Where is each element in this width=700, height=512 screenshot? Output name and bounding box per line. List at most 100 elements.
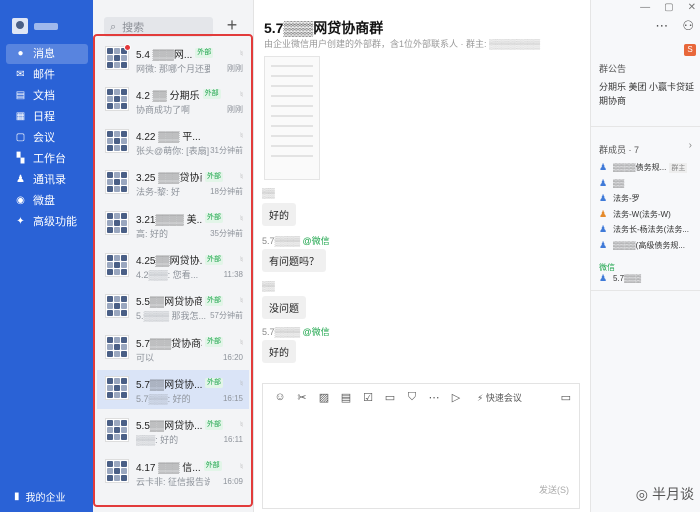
conversation-title: 4.2 ▒▒ 分期乐 — [136, 90, 200, 102]
video-icon[interactable]: ▷ — [445, 391, 467, 404]
nav-item-2[interactable]: ▤ 文档 — [6, 86, 88, 106]
user-avatar[interactable] — [12, 18, 28, 34]
member-name: ▒▒ — [613, 178, 625, 188]
file-icon[interactable]: ▤ — [335, 391, 357, 404]
close-icon[interactable]: ✕ — [688, 2, 696, 13]
nav-item-label: 文档 — [33, 90, 55, 102]
chat-message: 5.7▒▒▒▒ @微信有问题吗？ — [262, 234, 330, 272]
group-member[interactable]: ♟ 法务-W(法务-W) — [599, 209, 697, 220]
nav-item-3[interactable]: ▦ 日程 — [6, 107, 88, 127]
person-icon: ♟ — [599, 177, 608, 188]
conversation-item[interactable]: 4.17 ▒▒▒ 信...外部 ♮ 云卡非: 征信报告说... 16:09 — [97, 453, 249, 492]
member-name: 法务-罗 — [613, 194, 640, 204]
conversation-preview: 高: 好的 — [136, 228, 169, 239]
conversation-preview: 网微: 那哪个月还要还... — [136, 63, 210, 74]
left-nav: ● 消息 ✉ 邮件 ▤ 文档 ▦ 日程 ▢ 会议 ▚ 工作台 ♟ 通讯录 ◉ 微盘 ✦ 高级功能 ▮ 我的企业 — [0, 0, 93, 512]
message-bubble[interactable]: 好的 — [262, 203, 296, 226]
conversation-item[interactable]: 4.22 ▒▒▒ 平... ♮ 张头@萌你: [表扇] 31分钟前 — [97, 123, 249, 162]
composer-toolbar: ☺ ✂ ▨ ▤ ☑ ▭ ⛉ ⋯ ▷ ⚡ 快速会议 ▭ — [263, 384, 579, 410]
external-tag: 外部 — [205, 295, 223, 306]
person-icon: ♟ — [599, 193, 608, 204]
search-input[interactable]: ⌕ 搜索 — [104, 17, 213, 37]
nav-item-8[interactable]: ✦ 高级功能 — [6, 212, 88, 232]
group-member[interactable]: ♟ 法务-罗 — [599, 193, 697, 204]
nav-item-5[interactable]: ▚ 工作台 — [6, 149, 88, 169]
notice-title: 群公告 — [599, 64, 627, 74]
person-icon: ♟ — [599, 162, 608, 172]
maximize-icon[interactable]: ▢ — [664, 2, 673, 13]
wechat-member[interactable]: ♟ 5.7▒▒▒ — [599, 273, 697, 284]
task-icon[interactable]: ☑ — [357, 391, 379, 404]
weibo-icon: ◎ — [635, 485, 648, 502]
more-options-icon[interactable]: ⋯ — [655, 18, 668, 34]
nav-item-label: 日程 — [33, 111, 55, 123]
current-user[interactable] — [12, 18, 58, 34]
emoji-icon[interactable]: ☺ — [269, 391, 291, 403]
screen-share-icon[interactable]: ▭ — [561, 391, 571, 404]
image-icon[interactable]: ▨ — [313, 391, 335, 404]
add-button[interactable]: + — [222, 15, 242, 35]
more-icon[interactable]: ⋯ — [423, 391, 445, 404]
conversation-title: 3.21▒▒▒▒ 美... — [136, 214, 202, 226]
conversation-item[interactable]: 5.7▒▒▒贷协商群外部 ♮ 可以 16:20 — [97, 329, 249, 368]
conversation-preview: 5.7▒▒▒: 好的 — [136, 393, 191, 404]
conversation-preview: 协商成功了啊 — [136, 104, 191, 115]
conversation-title: 5.5▒▒网贷协商群 — [136, 297, 202, 309]
message-bubble[interactable]: 有问题吗？ — [262, 249, 326, 272]
company-icon: ▮ — [14, 491, 20, 502]
fast-meeting-button[interactable]: ⚡ 快速会议 — [477, 391, 522, 404]
nav-item-0[interactable]: ● 消息 — [6, 44, 88, 64]
group-member[interactable]: ♟ ▒▒▒▒(高级债务规... — [599, 240, 697, 251]
my-company-button[interactable]: ▮ 我的企业 — [14, 489, 66, 504]
sender-name: 5.7▒▒▒▒ — [262, 236, 303, 246]
minimize-icon[interactable]: — — [640, 2, 650, 13]
add-member-icon[interactable]: ⚇ — [682, 18, 694, 34]
message-bubble[interactable]: 没问题 — [262, 296, 306, 319]
conversation-item[interactable]: 5.7▒▒网贷协... 外部 ♮ 5.7▒▒▒: 好的 16:15 — [97, 370, 249, 410]
send-button[interactable]: 发送(S) — [539, 483, 569, 496]
shield-icon[interactable]: ⛉ — [401, 391, 423, 404]
conversation-time: 16:15 — [222, 393, 243, 403]
conversation-item[interactable]: 4.25▒▒网贷协... 外部 ♮ 4.2▒▒▒: 您看... 11:38 — [97, 247, 249, 286]
folder-icon[interactable]: ▭ — [379, 391, 401, 404]
meeting-icon: ▢ — [15, 132, 26, 143]
chat-message: 5.7▒▒▒▒ @微信 好的 — [262, 325, 330, 363]
nav-item-label: 消息 — [33, 48, 55, 60]
group-member[interactable]: ♟ ▒▒▒▒债务规... 群主 — [599, 162, 697, 173]
conversation-preview: 4.2▒▒▒: 您看... — [136, 270, 199, 280]
message-sender: ▒▒ — [262, 188, 296, 200]
conversation-item[interactable]: 5.5▒▒网贷协商群外部 ♮ 5.▒▒▒▒ 那我怎...57分钟前 — [97, 288, 249, 327]
external-tag: 外部 — [205, 171, 223, 182]
external-tag: 外部 — [202, 89, 221, 100]
nav-item-7[interactable]: ◉ 微盘 — [6, 191, 88, 211]
conversation-time: 35分钟前 — [210, 228, 243, 238]
app-badge-icon[interactable]: S — [684, 44, 696, 56]
window-controls: — ▢ ✕ — [626, 2, 696, 13]
document-image[interactable] — [264, 56, 320, 180]
conversation-item[interactable]: 5.4 ▒▒▒网...外部 ♮ 网微: 那哪个月还要还... 刚刚 — [97, 40, 249, 79]
message-bubble[interactable]: 好的 — [262, 340, 296, 363]
group-avatar — [105, 335, 129, 360]
conversation-item[interactable]: 5.5▒▒网贷协... 外部 ♮ ▒▒▒: 好的 16:11 — [97, 412, 249, 451]
conversation-item[interactable]: 3.21▒▒▒▒ 美... 外部 ♮ 高: 好的 35分钟前 — [97, 205, 249, 244]
group-member[interactable]: ♟ ▒▒ — [599, 178, 697, 189]
members-expand-icon[interactable]: › — [689, 140, 692, 151]
message-sender: 5.7▒▒▒▒ @微信 — [262, 234, 330, 246]
group-avatar — [105, 44, 131, 70]
grid-icon: ▚ — [16, 153, 25, 164]
group-avatar — [105, 376, 129, 401]
nav-item-1[interactable]: ✉ 邮件 — [6, 65, 88, 85]
user-name-redacted — [34, 22, 58, 30]
group-member[interactable]: ♟ 法务长-杨法务(法务... — [599, 224, 697, 235]
message-composer[interactable]: ☺ ✂ ▨ ▤ ☑ ▭ ⛉ ⋯ ▷ ⚡ 快速会议 ▭ 发送(S) — [262, 383, 580, 509]
nav-item-4[interactable]: ▢ 会议 — [6, 128, 88, 148]
conversation-item[interactable]: 4.2 ▒▒ 分期乐 外部 ♮ 协商成功了啊 刚刚 — [97, 81, 249, 120]
group-avatar — [105, 87, 129, 112]
conversation-item[interactable]: 3.25 ▒▒▒贷协商群外部 ♮ 法务-黎: 好 18分钟前 — [97, 164, 249, 203]
external-tag: 外部 — [203, 461, 222, 471]
conversation-preview: 可以 — [136, 352, 155, 363]
scissors-icon[interactable]: ✂ — [291, 391, 313, 404]
member-name: ▒▒▒▒债务规... — [613, 163, 667, 172]
nav-item-6[interactable]: ♟ 通讯录 — [6, 170, 88, 190]
notice-text[interactable]: 分期乐 美团 小赢卡贷延期协商 — [599, 80, 697, 108]
